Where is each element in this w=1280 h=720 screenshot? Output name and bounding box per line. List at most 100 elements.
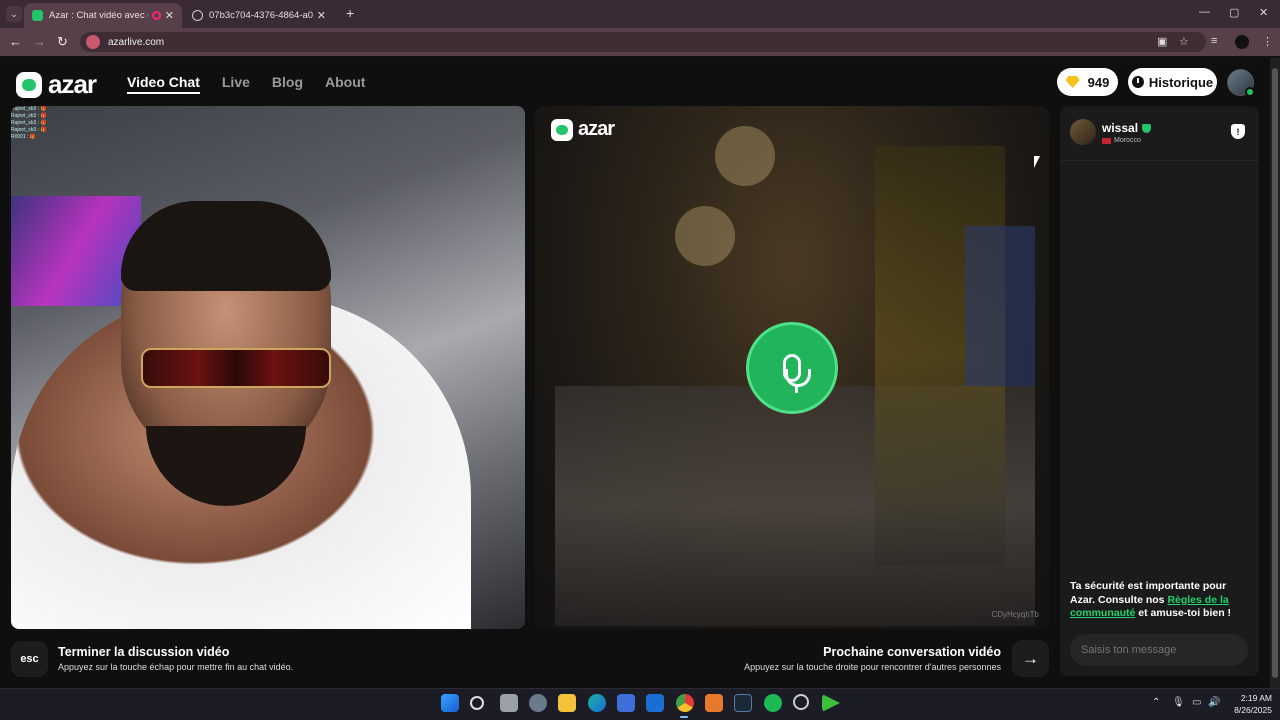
clock-icon <box>1131 76 1144 88</box>
new-tab-button[interactable]: + <box>346 5 354 21</box>
clock-date: 8/26/2025 <box>1234 705 1272 715</box>
partner-country: Morocco <box>1102 137 1141 144</box>
nav-live[interactable]: Live <box>222 74 250 94</box>
user-avatar[interactable] <box>1227 69 1255 97</box>
blurred-lamp <box>715 126 775 186</box>
windows-taskbar <box>0 688 1280 720</box>
scrollbar[interactable] <box>1270 58 1280 688</box>
recording-icon <box>151 11 161 20</box>
verified-shield-icon <box>1142 123 1152 133</box>
windows-start-icon[interactable] <box>441 694 459 712</box>
close-tab-icon[interactable]: ✕ <box>165 9 174 22</box>
chat-line: Rajnet_sb3 : 🎁 <box>11 127 47 133</box>
chrome-icon[interactable] <box>676 694 694 712</box>
end-chat-title: Terminer la discussion vidéo <box>58 645 230 659</box>
edge-icon[interactable] <box>588 694 606 712</box>
tab-search-icon[interactable]: ⌄ <box>6 6 22 22</box>
azar-logo-icon <box>16 71 42 98</box>
watermark-text: azar <box>578 118 615 140</box>
next-chat-subtitle: Appuyez sur la touche droite pour rencon… <box>744 662 1001 672</box>
gem-icon <box>1065 76 1080 88</box>
esc-key-button[interactable]: esc <box>11 641 48 677</box>
globe-icon <box>192 10 203 21</box>
tray-display-icon[interactable]: ▭ <box>1192 697 1201 708</box>
vlc-icon[interactable] <box>705 694 723 712</box>
sunglasses <box>141 348 331 388</box>
tray-mic-icon[interactable]: 🎙 <box>1172 697 1185 708</box>
nav-video-chat[interactable]: Video Chat <box>127 74 200 94</box>
close-tab-icon[interactable]: ✕ <box>317 9 326 22</box>
message-input[interactable] <box>1070 634 1248 666</box>
cast-icon[interactable]: ▣ <box>1157 35 1167 48</box>
tab-title: 07b3c704-4376-4864-a06f-c63 <box>209 10 313 21</box>
report-shield-icon[interactable]: ! <box>1231 124 1245 139</box>
store-icon[interactable] <box>617 694 635 712</box>
spotify-icon[interactable] <box>764 694 782 712</box>
microphone-stand <box>785 369 811 387</box>
active-app-indicator <box>680 716 688 718</box>
azar-favicon-icon <box>32 10 43 21</box>
main-nav: Video Chat Live Blog About <box>127 74 365 94</box>
azar-watermark: azar <box>551 118 615 141</box>
settings-gear-icon[interactable] <box>529 694 547 712</box>
azar-logo[interactable]: azar <box>16 69 97 100</box>
partner-name: wissal <box>1102 121 1152 135</box>
chat-line: Rajnet_sb3 : 🎁 <box>11 120 47 126</box>
gems-button[interactable]: 949 <box>1057 68 1118 96</box>
video-id: CDyHcyqhTb <box>991 610 1039 619</box>
notice-text-end: et amuse-toi bien ! <box>1135 607 1232 619</box>
steam-icon[interactable] <box>734 694 752 712</box>
chat-panel: wissal Morocco ! Ta sécurité est importa… <box>1060 106 1259 676</box>
gems-count: 949 <box>1087 74 1110 90</box>
chat-line: R0001 : 🎁 <box>11 134 37 140</box>
task-view-icon[interactable] <box>500 694 518 712</box>
mouse-cursor-icon <box>1034 156 1040 168</box>
person-hair-top <box>121 201 331 291</box>
history-button[interactable]: Historique <box>1128 68 1217 96</box>
nav-blog[interactable]: Blog <box>272 74 303 94</box>
reload-icon[interactable]: ↻ <box>57 34 68 50</box>
partner-avatar[interactable] <box>1070 119 1096 145</box>
media-icon[interactable]: ≡ <box>1211 35 1217 47</box>
nav-about[interactable]: About <box>325 74 365 94</box>
blurred-window <box>965 226 1035 386</box>
country-text: Morocco <box>1114 137 1141 144</box>
history-label: Historique <box>1148 74 1214 90</box>
chat-line: Rajnet_sb3 : 🎁 <box>11 106 47 112</box>
file-explorer-icon[interactable] <box>558 694 576 712</box>
microphone-button[interactable] <box>746 322 838 414</box>
morocco-flag-icon <box>1102 137 1111 144</box>
scrollbar-thumb[interactable] <box>1272 68 1278 678</box>
minimize-button[interactable]: — <box>1199 6 1210 18</box>
end-chat-subtitle: Appuyez sur la touche échap pour mettre … <box>58 662 294 672</box>
tray-volume-icon[interactable]: 🔊 <box>1208 697 1220 708</box>
menu-kebab-icon[interactable]: ⋮ <box>1262 35 1273 48</box>
next-chat-title: Prochaine conversation vidéo <box>823 645 1001 659</box>
tab-second[interactable]: 07b3c704-4376-4864-a06f-c63 ✕ <box>184 3 334 28</box>
my-video: Rajnet_sb3 : 🎁 Rajnet_sb3 : 🎁 Rajnet_sb3… <box>11 106 525 629</box>
profile-icon[interactable] <box>1235 35 1249 49</box>
back-icon[interactable]: ← <box>9 34 22 49</box>
maximize-button[interactable]: ▢ <box>1229 6 1239 19</box>
tray-chevron-icon[interactable]: ⌃ <box>1152 697 1160 708</box>
stream-chat-overlay: Rajnet_sb3 : 🎁 Rajnet_sb3 : 🎁 Rajnet_sb3… <box>11 106 67 226</box>
blurred-lamp <box>675 206 735 266</box>
obs-icon[interactable] <box>793 694 809 710</box>
forward-icon[interactable]: → <box>33 34 46 49</box>
url-bar[interactable]: azarlive.com <box>80 32 1206 52</box>
url-text: azarlive.com <box>108 36 165 48</box>
close-window-button[interactable]: ✕ <box>1259 6 1268 19</box>
bookmark-star-icon[interactable]: ☆ <box>1179 35 1189 48</box>
safety-notice: Ta sécurité est importante pour Azar. Co… <box>1070 580 1250 621</box>
tab-azar[interactable]: Azar : Chat vidéo avec de n ✕ <box>24 3 182 28</box>
search-icon[interactable] <box>470 696 484 710</box>
tab-title: Azar : Chat vidéo avec de n <box>49 10 148 21</box>
logo-text: azar <box>48 69 97 99</box>
azar-logo-icon <box>551 118 573 141</box>
site-info-icon[interactable] <box>86 35 100 49</box>
partner-video: azar CDyHcyqhTb <box>535 106 1049 629</box>
microphone-post <box>795 385 798 393</box>
outlook-icon[interactable] <box>646 694 664 712</box>
next-arrow-button[interactable]: → <box>1012 640 1049 677</box>
system-clock[interactable]: 2:19 AM 8/26/2025 <box>1228 692 1272 716</box>
